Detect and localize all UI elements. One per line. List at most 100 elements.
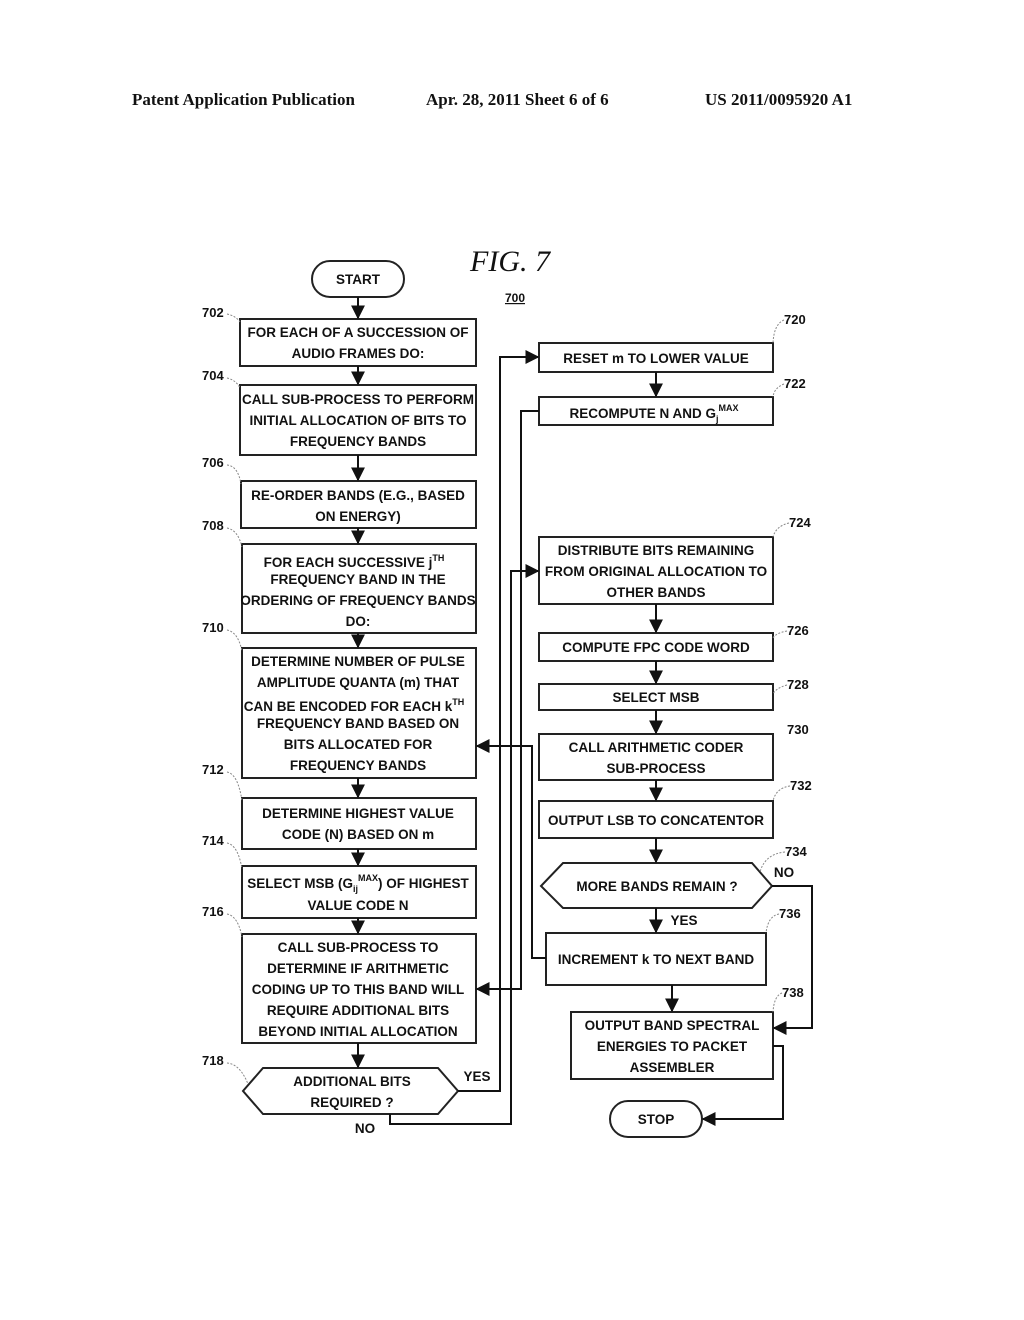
step-728: SELECT MSB — [538, 683, 774, 711]
step-722-sup: MAX — [719, 403, 739, 413]
step-708-line: DO: — [346, 614, 371, 629]
ref-738: 738 — [782, 985, 804, 1000]
step-724-line: DISTRIBUTE BITS REMAINING — [558, 543, 755, 558]
step-716-line: BEYOND INITIAL ALLOCATION — [258, 1024, 457, 1039]
step-730-line: CALL ARITHMETIC CODER — [569, 740, 744, 755]
step-726: COMPUTE FPC CODE WORD — [538, 632, 774, 662]
decision-734: MORE BANDS REMAIN ? NO YES — [539, 862, 794, 928]
ref-732: 732 — [790, 778, 812, 793]
step-724: DISTRIBUTE BITS REMAINING FROM ORIGINAL … — [538, 536, 774, 605]
step-724-line: OTHER BANDS — [606, 585, 705, 600]
decision-734-no: NO — [774, 865, 794, 880]
step-716-line: CODING UP TO THIS BAND WILL — [252, 982, 465, 997]
step-708-line: FOR EACH SUCCESSIVE jTH — [264, 553, 445, 570]
step-704-line: FREQUENCY BANDS — [290, 434, 426, 449]
step-710-line: CAN BE ENCODED FOR EACH kTH — [244, 697, 465, 714]
ref-722: 722 — [784, 376, 806, 391]
ref-712: 712 — [202, 762, 224, 777]
step-708-sup: TH — [432, 553, 444, 563]
step-722: RECOMPUTE N AND GjMAX — [538, 396, 774, 426]
step-736-line: INCREMENT k TO NEXT BAND — [558, 952, 755, 967]
step-716: CALL SUB-PROCESS TO DETERMINE IF ARITHME… — [241, 933, 477, 1044]
step-728-line: SELECT MSB — [612, 690, 699, 705]
step-714-pre: SELECT MSB (G — [247, 876, 353, 891]
ref-710: 710 — [202, 620, 224, 635]
decision-718-no: NO — [355, 1121, 375, 1136]
stop-terminal: STOP — [609, 1100, 703, 1138]
step-732: OUTPUT LSB TO CONCATENTOR — [538, 800, 774, 839]
step-710-line3: CAN BE ENCODED FOR EACH k — [244, 699, 453, 714]
step-720-line: RESET m TO LOWER VALUE — [563, 351, 749, 366]
step-714-post: ) OF HIGHEST — [378, 876, 470, 891]
step-716-line: CALL SUB-PROCESS TO — [278, 940, 439, 955]
step-722-sub: j — [715, 414, 719, 424]
step-704-line: INITIAL ALLOCATION OF BITS TO — [250, 413, 467, 428]
step-714-sub: ij — [353, 884, 358, 894]
step-708-line: FREQUENCY BAND IN THE — [270, 572, 445, 587]
connector-722-to-716 — [475, 410, 539, 996]
step-710-sup: TH — [452, 697, 464, 707]
decision-734-line: MORE BANDS REMAIN ? — [576, 879, 737, 894]
step-706: RE-ORDER BANDS (E.G., BASED ON ENERGY) — [240, 480, 477, 529]
ref-716: 716 — [202, 904, 224, 919]
step-738-line: ENERGIES TO PACKET — [597, 1039, 748, 1054]
step-712-line: DETERMINE HIGHEST VALUE — [262, 806, 454, 821]
ref-736: 736 — [779, 906, 801, 921]
decision-718: ADDITIONAL BITS REQUIRED ? YES NO — [241, 1067, 491, 1136]
ref-730: 730 — [787, 722, 809, 737]
figure-ref: 700 — [505, 291, 525, 305]
flowchart: FIG. 7 700 START FOR EACH OF A SUCCESSIO… — [202, 245, 813, 1138]
step-704-line: CALL SUB-PROCESS TO PERFORM — [242, 392, 474, 407]
ref-706: 706 — [202, 455, 224, 470]
step-738-line: OUTPUT BAND SPECTRAL — [585, 1018, 760, 1033]
step-706-line: RE-ORDER BANDS (E.G., BASED — [251, 488, 465, 503]
step-730-line: SUB-PROCESS — [606, 761, 705, 776]
ref-734: 734 — [785, 844, 807, 859]
stop-label: STOP — [638, 1112, 675, 1127]
step-708: FOR EACH SUCCESSIVE jTH FREQUENCY BAND I… — [240, 543, 477, 634]
step-710-line: FREQUENCY BANDS — [290, 758, 426, 773]
step-702-line: AUDIO FRAMES DO: — [292, 346, 425, 361]
step-716-line: DETERMINE IF ARITHMETIC — [267, 961, 449, 976]
ref-726: 726 — [787, 623, 809, 638]
ref-728: 728 — [787, 677, 809, 692]
step-710: DETERMINE NUMBER OF PULSE AMPLITUDE QUAN… — [241, 647, 477, 779]
step-708-line1: FOR EACH SUCCESSIVE j — [264, 555, 433, 570]
step-714-line: VALUE CODE N — [307, 898, 408, 913]
step-722-pre: RECOMPUTE N AND G — [569, 406, 716, 421]
step-704: CALL SUB-PROCESS TO PERFORM INITIAL ALLO… — [239, 384, 477, 456]
step-720: RESET m TO LOWER VALUE — [538, 342, 774, 373]
step-732-line: OUTPUT LSB TO CONCATENTOR — [548, 813, 764, 828]
ref-720: 720 — [784, 312, 806, 327]
step-738-line: ASSEMBLER — [630, 1060, 715, 1075]
step-710-line: FREQUENCY BAND BASED ON — [257, 716, 459, 731]
step-714-sup: MAX — [358, 873, 378, 883]
step-722-line: RECOMPUTE N AND GjMAX — [569, 403, 738, 424]
ref-704: 704 — [202, 368, 224, 383]
step-706-line: ON ENERGY) — [315, 509, 401, 524]
step-724-line: FROM ORIGINAL ALLOCATION TO — [545, 564, 767, 579]
step-702: FOR EACH OF A SUCCESSION OF AUDIO FRAMES… — [239, 318, 477, 367]
ref-718: 718 — [202, 1053, 224, 1068]
decision-718-line: ADDITIONAL BITS — [293, 1074, 411, 1089]
ref-724: 724 — [789, 515, 811, 530]
step-710-line: DETERMINE NUMBER OF PULSE — [251, 654, 465, 669]
decision-718-yes: YES — [463, 1069, 490, 1084]
step-712: DETERMINE HIGHEST VALUE CODE (N) BASED O… — [241, 797, 477, 850]
step-710-line: AMPLITUDE QUANTA (m) THAT — [257, 675, 460, 690]
step-702-line: FOR EACH OF A SUCCESSION OF — [247, 325, 468, 340]
step-716-line: REQUIRE ADDITIONAL BITS — [267, 1003, 449, 1018]
figure-title: FIG. 7 — [469, 245, 552, 278]
step-726-line: COMPUTE FPC CODE WORD — [562, 640, 750, 655]
start-label: START — [336, 272, 381, 287]
ref-708: 708 — [202, 518, 224, 533]
ref-714: 714 — [202, 833, 224, 848]
ref-702: 702 — [202, 305, 224, 320]
start-terminal: START — [311, 260, 405, 298]
step-712-line: CODE (N) BASED ON m — [282, 827, 434, 842]
decision-734-yes: YES — [670, 913, 697, 928]
step-714: SELECT MSB (GijMAX) OF HIGHEST VALUE COD… — [241, 865, 477, 919]
step-708-line: ORDERING OF FREQUENCY BANDS — [240, 593, 475, 608]
step-710-line: BITS ALLOCATED FOR — [284, 737, 433, 752]
step-738: OUTPUT BAND SPECTRAL ENERGIES TO PACKET … — [570, 1011, 774, 1080]
